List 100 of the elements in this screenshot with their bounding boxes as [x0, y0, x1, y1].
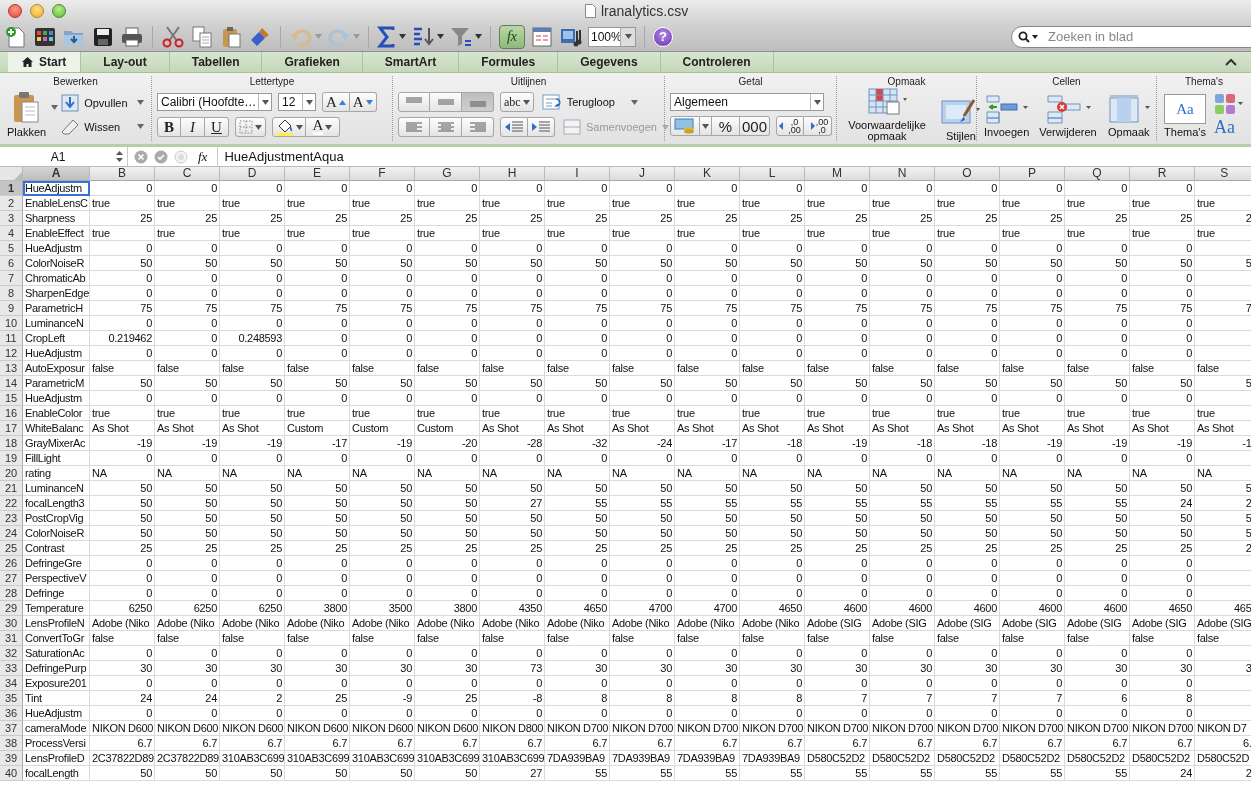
search-field[interactable]: Zoeken in blad — [1011, 25, 1251, 48]
caret-icon[interactable] — [475, 34, 482, 39]
fill-color-button[interactable] — [272, 117, 306, 137]
row-header[interactable]: 5 — [0, 241, 23, 256]
paste-button[interactable]: Plakken — [5, 91, 49, 138]
cancel-icon[interactable] — [134, 149, 148, 164]
row-header[interactable]: 3 — [0, 211, 23, 226]
copy-icon[interactable] — [190, 24, 214, 49]
row-header[interactable]: 17 — [0, 421, 23, 436]
row-header[interactable]: 28 — [0, 586, 23, 601]
column-header[interactable]: H — [480, 167, 545, 181]
italic-button[interactable]: I — [181, 117, 205, 137]
font-color-button[interactable]: A — [306, 117, 340, 137]
column-header[interactable]: C — [155, 167, 220, 181]
caret-icon[interactable] — [437, 34, 444, 39]
theme-fonts-button[interactable]: Aa — [1214, 117, 1235, 138]
cut-icon[interactable] — [161, 24, 185, 49]
ribbon-tab[interactable]: Tabellen — [169, 52, 263, 72]
column-header[interactable]: F — [350, 167, 415, 181]
new-document-icon[interactable] — [4, 24, 28, 49]
row-header[interactable]: 15 — [0, 391, 23, 406]
column-header[interactable]: I — [545, 167, 610, 181]
row-header[interactable]: 21 — [0, 481, 23, 496]
themes-button[interactable]: Aa Thema's — [1162, 94, 1208, 138]
column-header[interactable]: M — [805, 167, 870, 181]
row-header[interactable]: 1 — [0, 181, 23, 196]
row-header[interactable]: 37 — [0, 721, 23, 736]
column-header[interactable]: A — [23, 167, 90, 181]
confirm-icon[interactable] — [154, 149, 168, 164]
row-header[interactable]: 33 — [0, 661, 23, 676]
row-header[interactable]: 19 — [0, 451, 23, 466]
column-header[interactable]: Q — [1065, 167, 1130, 181]
number-format-dropdown[interactable]: Algemeen — [670, 93, 824, 111]
increase-decimal-button[interactable]: ,0 ,00 — [776, 116, 805, 136]
toolbox-icon[interactable] — [530, 24, 554, 49]
percent-button[interactable]: % — [712, 116, 740, 136]
row-header[interactable]: 14 — [0, 376, 23, 391]
orientation-button[interactable]: abc — [500, 92, 534, 112]
row-header[interactable]: 24 — [0, 526, 23, 541]
row-header[interactable]: 39 — [0, 751, 23, 766]
vertical-align-button[interactable] — [430, 92, 462, 112]
decrease-indent-button[interactable] — [500, 117, 528, 137]
ribbon-tab[interactable]: Grafieken — [262, 52, 363, 72]
row-header[interactable]: 7 — [0, 271, 23, 286]
column-header[interactable]: K — [675, 167, 740, 181]
column-header[interactable]: N — [870, 167, 935, 181]
row-header[interactable]: 16 — [0, 406, 23, 421]
column-header[interactable]: G — [415, 167, 480, 181]
vertical-align-button[interactable] — [398, 92, 430, 112]
row-header[interactable]: 34 — [0, 676, 23, 691]
row-header[interactable]: 25 — [0, 541, 23, 556]
row-header[interactable]: 32 — [0, 646, 23, 661]
borders-button[interactable] — [235, 117, 266, 137]
vertical-align-button[interactable] — [462, 92, 494, 112]
insert-button[interactable]: Invoegen — [982, 94, 1032, 138]
caret-icon[interactable] — [399, 34, 406, 39]
increase-indent-button[interactable] — [528, 117, 555, 137]
column-header[interactable]: B — [90, 167, 155, 181]
row-header[interactable]: 27 — [0, 571, 23, 586]
styles-button[interactable]: Stijlen — [938, 98, 984, 142]
currency-menu-button[interactable] — [700, 116, 712, 136]
print-icon[interactable] — [120, 24, 144, 49]
column-header[interactable]: L — [740, 167, 805, 181]
formula-builder-button[interactable]: fx — [499, 24, 525, 49]
function-button[interactable]: fx — [194, 148, 212, 165]
conditional-formatting-button[interactable]: Voorwaardelijke opmaak — [842, 88, 932, 142]
align-left-button[interactable] — [398, 117, 430, 137]
bold-button[interactable]: B — [157, 117, 181, 137]
row-header[interactable]: 11 — [0, 331, 23, 346]
delete-button[interactable]: Verwijderen — [1037, 94, 1099, 138]
close-button[interactable] — [8, 4, 22, 18]
color-swatches-icon[interactable] — [1214, 93, 1244, 115]
column-header[interactable]: O — [935, 167, 1000, 181]
row-header[interactable]: 31 — [0, 631, 23, 646]
row-header[interactable]: 2 — [0, 196, 23, 211]
ribbon-tab[interactable]: SmartArt — [362, 52, 460, 72]
row-header[interactable]: 20 — [0, 466, 23, 481]
row-header[interactable]: 8 — [0, 286, 23, 301]
column-header[interactable]: E — [285, 167, 350, 181]
column-header[interactable]: J — [610, 167, 675, 181]
row-header[interactable]: 29 — [0, 601, 23, 616]
ribbon-tab[interactable]: Controleren — [660, 52, 774, 72]
fill-button[interactable]: Opvullen — [61, 93, 145, 112]
row-header[interactable]: 26 — [0, 556, 23, 571]
row-header[interactable]: 23 — [0, 511, 23, 526]
collapse-ribbon-icon[interactable] — [1225, 58, 1237, 66]
format-button[interactable]: Opmaak — [1104, 94, 1153, 138]
ribbon-tab[interactable]: Gegevens — [558, 52, 661, 72]
row-header[interactable]: 12 — [0, 346, 23, 361]
clear-button[interactable]: Wissen — [61, 117, 145, 136]
align-center-button[interactable] — [430, 117, 462, 137]
wrap-text-button[interactable]: Terugloop — [541, 94, 615, 110]
column-header[interactable]: P — [1000, 167, 1065, 181]
row-header[interactable]: 40 — [0, 766, 23, 781]
row-header[interactable]: 10 — [0, 316, 23, 331]
decrease-decimal-button[interactable]: ,00 ,0 — [804, 116, 833, 136]
minimize-button[interactable] — [30, 4, 44, 18]
zoom-dropdown[interactable]: 100% — [588, 26, 636, 47]
row-header[interactable]: 22 — [0, 496, 23, 511]
row-header[interactable]: 36 — [0, 706, 23, 721]
